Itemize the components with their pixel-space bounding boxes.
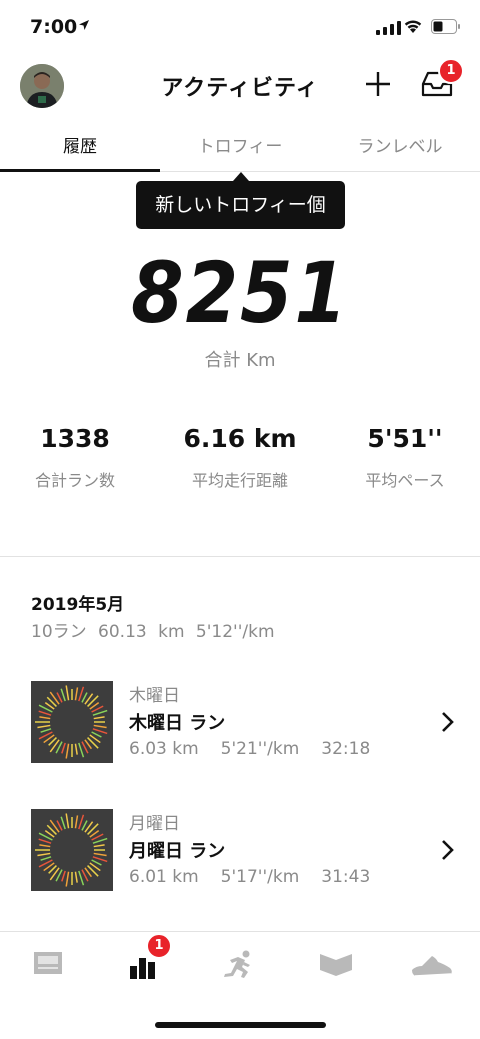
route-ray — [74, 871, 78, 883]
stat-label: 合計ラン数 — [34, 471, 115, 490]
total-km-label: 合計 Km — [204, 350, 276, 371]
route-ray — [37, 724, 51, 729]
route-ray — [61, 742, 66, 754]
bottom-nav — [0, 931, 480, 1001]
route-ray — [91, 859, 102, 866]
route-ray — [91, 731, 102, 738]
stat-total-runs: 1338 合計ラン数 — [0, 424, 150, 491]
route-ray — [39, 844, 51, 848]
route-ray — [40, 856, 52, 861]
wifi-icon — [404, 20, 422, 33]
route-ray — [56, 692, 63, 703]
route-ray — [60, 688, 66, 702]
add-icon[interactable] — [364, 70, 392, 98]
chevron-right-icon — [442, 712, 454, 732]
club-icon[interactable] — [318, 950, 354, 976]
stat-value: 6.16 km — [183, 424, 297, 453]
route-ray — [92, 837, 108, 844]
route-ray — [74, 815, 79, 829]
route-ray — [81, 692, 88, 703]
route-ray — [74, 687, 79, 701]
run-stats: 6.01 km 5'17''/km 31:43 — [129, 867, 392, 887]
month-summary: 10ラン 60.13 km 5'12''/km — [31, 622, 275, 642]
route-ray — [92, 728, 108, 735]
route-ray — [93, 724, 107, 729]
chevron-right-icon — [442, 840, 454, 860]
cellular-signal-icon — [376, 21, 401, 35]
stat-label: 平均走行距離 — [191, 471, 288, 490]
run-day: 木曜日 — [129, 686, 180, 706]
run-pace: 5'17''/km — [220, 867, 300, 887]
tab-trophies[interactable]: トロフィー — [160, 116, 320, 171]
battery-icon — [431, 19, 460, 34]
run-stats: 6.03 km 5'21''/km 32:18 — [129, 739, 392, 759]
section-divider — [0, 556, 480, 557]
trophy-tooltip[interactable]: 新しいトロフィー個 — [136, 172, 345, 229]
stat-average-pace: 5'51'' 平均ペース — [330, 424, 480, 491]
run-icon[interactable] — [222, 950, 256, 980]
route-ray — [92, 709, 108, 716]
route-ray — [78, 870, 85, 886]
run-distance: 6.01 km — [129, 867, 199, 887]
shoe-icon[interactable] — [410, 950, 454, 980]
route-ray — [65, 813, 70, 829]
stat-label: 平均ペース — [365, 471, 445, 490]
run-time: 32:18 — [321, 739, 371, 759]
location-arrow-icon — [79, 20, 89, 30]
tab-history[interactable]: 履歴 — [0, 116, 160, 172]
page-title: アクティビティ — [161, 76, 319, 101]
run-map-thumbnail — [31, 809, 113, 891]
route-ray — [65, 685, 70, 701]
route-ray — [40, 728, 52, 733]
status-bar: 7:00 — [0, 0, 480, 56]
run-distance: 6.03 km — [129, 739, 199, 759]
app-header: アクティビティ — [0, 56, 480, 116]
route-ray — [60, 816, 66, 830]
month-title: 2019年5月 — [31, 595, 125, 615]
route-ray — [78, 686, 85, 702]
stat-value: 5'51'' — [367, 424, 443, 453]
tab-bar: 履歴 トロフィー ランレベル — [0, 116, 480, 172]
feed-icon[interactable] — [32, 950, 64, 978]
route-ray — [93, 844, 105, 848]
route-ray — [37, 852, 51, 857]
route-ray — [39, 716, 51, 720]
stat-value: 1338 — [40, 424, 110, 453]
stat-average-distance: 6.16 km 平均走行距離 — [150, 424, 330, 491]
status-time: 7:00 — [30, 16, 78, 38]
stats-row: 1338 合計ラン数 6.16 km 平均走行距離 5'51'' 平均ペース — [0, 424, 480, 491]
route-ray — [81, 820, 88, 831]
run-name: 月曜日 ラン — [129, 841, 226, 862]
route-ray — [61, 870, 66, 882]
route-ray — [38, 710, 52, 716]
run-day: 月曜日 — [129, 814, 180, 834]
route-ray — [65, 743, 70, 759]
route-ray — [93, 852, 107, 857]
route-ray — [78, 742, 85, 758]
inbox-badge: 1 — [438, 58, 464, 84]
activity-badge: 1 — [146, 933, 172, 959]
run-map-thumbnail — [31, 681, 113, 763]
route-ray — [65, 871, 70, 887]
route-ray — [93, 716, 105, 720]
run-pace: 5'21''/km — [220, 739, 300, 759]
total-km-value: 8251 — [131, 244, 349, 342]
run-list-item[interactable]: 木曜日 木曜日 ラン 6.03 km 5'21''/km 32:18 — [0, 681, 480, 777]
route-ray — [74, 743, 78, 755]
run-time: 31:43 — [321, 867, 371, 887]
route-ray — [92, 856, 108, 863]
run-list-item[interactable]: 月曜日 月曜日 ラン 6.01 km 5'17''/km 31:43 — [0, 809, 480, 905]
tab-run-level[interactable]: ランレベル — [320, 116, 480, 171]
home-indicator[interactable] — [155, 1022, 326, 1028]
route-ray — [56, 820, 63, 831]
run-name: 木曜日 ラン — [129, 713, 226, 734]
route-ray — [38, 838, 52, 844]
route-ray — [78, 814, 85, 830]
